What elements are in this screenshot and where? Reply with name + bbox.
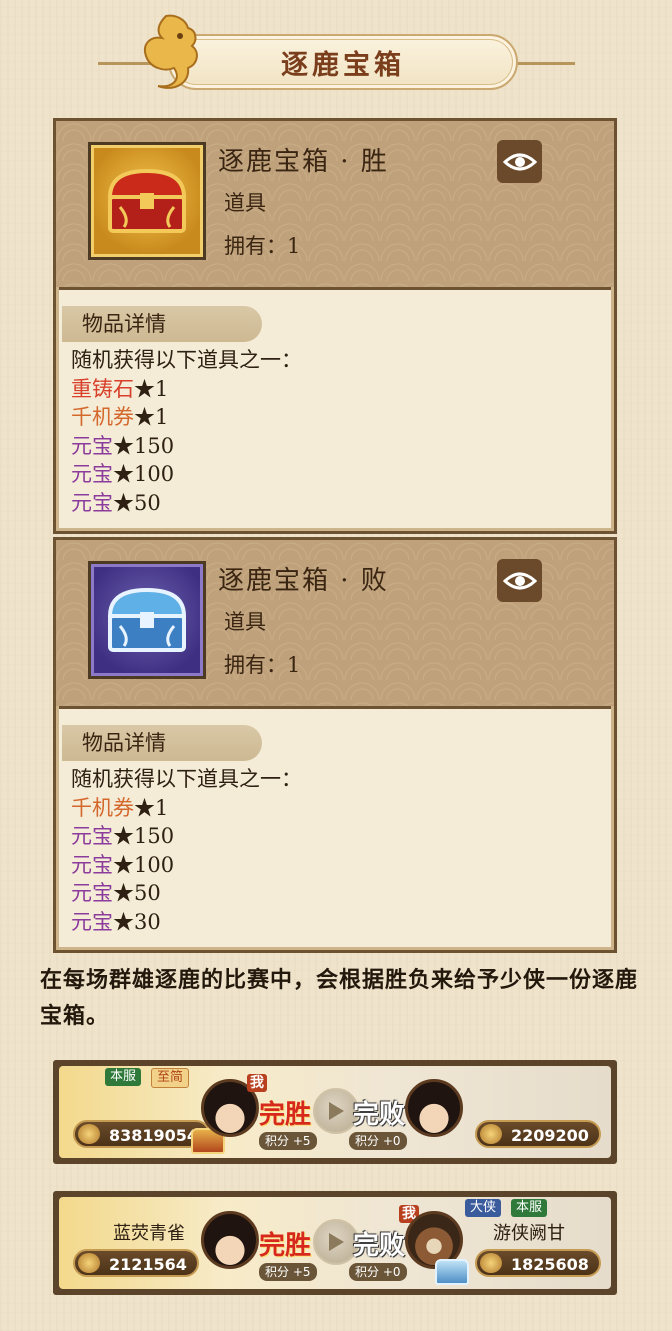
lose-points: 积分 +0 <box>349 1132 407 1150</box>
server-tag: 本服 <box>105 1068 142 1086</box>
preview-eye-button[interactable] <box>497 140 542 183</box>
match-result-panel[interactable]: 蓝荧青雀 2121564 完胜 积分 +5 完败 我 积分 +0 大侠 本服 游… <box>53 1191 617 1295</box>
score-value: 2209200 <box>511 1126 589 1145</box>
play-icon <box>329 1233 344 1251</box>
detail-tab-label: 物品详情 <box>62 725 262 761</box>
item-card-header: 逐鹿宝箱 · 胜 道具 拥有：1 <box>56 121 614 287</box>
reward-line: 元宝★50 <box>71 489 599 518</box>
page-title: 逐鹿宝箱 <box>281 49 405 81</box>
reward-qty: ★150 <box>113 433 175 458</box>
score-pill-left: 83819054 <box>73 1120 211 1148</box>
reward-name: 千机券 <box>71 405 134 430</box>
win-points: 积分 +5 <box>259 1263 317 1281</box>
reward-name: 千机券 <box>71 795 134 820</box>
play-icon <box>329 1102 344 1120</box>
reward-name: 元宝 <box>71 909 113 934</box>
coin-icon <box>480 1124 502 1144</box>
score-value: 83819054 <box>109 1126 199 1145</box>
rank-tag: 至简 <box>151 1068 190 1088</box>
lose-points: 积分 +0 <box>349 1263 407 1281</box>
title-banner: 逐鹿宝箱 <box>168 34 518 90</box>
me-badge: 我 <box>247 1074 267 1092</box>
item-owned-count: 拥有：1 <box>224 653 301 677</box>
player-name-left: 蓝荧青雀 <box>113 1223 185 1244</box>
reward-name: 元宝 <box>71 490 113 515</box>
reward-line: 重铸石★1 <box>71 375 599 404</box>
golden-bird-icon <box>144 14 198 89</box>
player-name-right: 游侠阙甘 <box>493 1223 565 1244</box>
detail-tab-label: 物品详情 <box>62 306 262 342</box>
description-text: 在每场群雄逐鹿的比赛中，会根据胜负来给予少侠一份逐鹿宝箱。 <box>40 967 639 1029</box>
reward-qty: ★100 <box>113 852 175 877</box>
reward-name: 重铸石 <box>71 376 134 401</box>
reward-name: 元宝 <box>71 881 113 906</box>
win-points: 积分 +5 <box>259 1132 317 1150</box>
result-win-label: 完胜 <box>259 1231 312 1261</box>
reward-name: 元宝 <box>71 824 113 849</box>
score-pill-right: 2209200 <box>475 1120 601 1148</box>
reward-qty: ★1 <box>134 405 169 430</box>
score-pill-right: 1825608 <box>475 1249 601 1277</box>
result-lose-label: 完败 <box>353 1100 406 1130</box>
rank-tag: 大侠 <box>465 1199 502 1217</box>
reward-line: 元宝★50 <box>71 879 599 908</box>
item-card-victory: 逐鹿宝箱 · 胜 道具 拥有：1 物品详情 随机获得以下道具之一： 重铸石★1 … <box>53 118 617 534</box>
item-detail-panel: 物品详情 随机获得以下道具之一： 千机券★1 元宝★150 元宝★100 元宝★… <box>59 706 611 947</box>
coin-icon <box>78 1124 100 1144</box>
reward-line: 千机券★1 <box>71 794 599 823</box>
blue-chest-icon <box>435 1259 469 1285</box>
eye-icon <box>502 153 537 170</box>
coin-icon <box>480 1253 502 1273</box>
item-detail-panel: 物品详情 随机获得以下道具之一： 重铸石★1 千机券★1 元宝★150 元宝★1… <box>59 287 611 528</box>
gold-chest-icon <box>107 168 187 233</box>
item-card-header: 逐鹿宝箱 · 败 道具 拥有：1 <box>56 540 614 706</box>
item-type: 道具 <box>224 610 266 634</box>
match-result-inner: 蓝荧青雀 2121564 完胜 积分 +5 完败 我 积分 +0 大侠 本服 游… <box>59 1197 611 1289</box>
reward-line: 元宝★150 <box>71 822 599 851</box>
reward-line: 千机券★1 <box>71 403 599 432</box>
blue-chest-icon <box>107 587 187 652</box>
avatar <box>201 1211 259 1269</box>
reward-line: 元宝★30 <box>71 908 599 937</box>
result-win-label: 完胜 <box>259 1100 312 1130</box>
reward-qty: ★50 <box>113 490 161 515</box>
reward-line: 元宝★100 <box>71 851 599 880</box>
reward-line: 元宝★150 <box>71 432 599 461</box>
detail-intro: 随机获得以下道具之一： <box>71 767 302 791</box>
reward-qty: ★150 <box>113 824 175 849</box>
match-result-panel[interactable]: 本服 至简 83819054 我 完胜 积分 +5 完败 积分 +0 22092… <box>53 1060 617 1164</box>
reward-qty: ★1 <box>134 376 169 401</box>
reward-line: 元宝★100 <box>71 460 599 489</box>
item-thumbnail[interactable] <box>88 561 206 679</box>
reward-name: 元宝 <box>71 852 113 877</box>
server-tag: 本服 <box>511 1199 548 1217</box>
score-pill-left: 2121564 <box>73 1249 199 1277</box>
reward-qty: ★100 <box>113 462 175 487</box>
avatar <box>405 1079 463 1137</box>
score-value: 2121564 <box>109 1255 187 1274</box>
preview-eye-button[interactable] <box>497 559 542 602</box>
item-thumbnail[interactable] <box>88 142 206 260</box>
item-name: 逐鹿宝箱 · 胜 <box>218 147 389 177</box>
detail-intro: 随机获得以下道具之一： <box>71 348 302 372</box>
result-lose-label: 完败 <box>353 1231 406 1261</box>
match-result-inner: 本服 至简 83819054 我 完胜 积分 +5 完败 积分 +0 22092… <box>59 1066 611 1158</box>
reward-name: 元宝 <box>71 433 113 458</box>
item-card-defeat: 逐鹿宝箱 · 败 道具 拥有：1 物品详情 随机获得以下道具之一： 千机券★1 … <box>53 537 617 953</box>
reward-qty: ★50 <box>113 881 161 906</box>
eye-icon <box>502 572 537 589</box>
item-owned-count: 拥有：1 <box>224 234 301 258</box>
reward-qty: ★30 <box>113 909 161 934</box>
item-name: 逐鹿宝箱 · 败 <box>218 566 389 596</box>
item-type: 道具 <box>224 191 266 215</box>
reward-qty: ★1 <box>134 795 169 820</box>
score-value: 1825608 <box>511 1255 589 1274</box>
coin-icon <box>78 1253 100 1273</box>
reward-name: 元宝 <box>71 462 113 487</box>
